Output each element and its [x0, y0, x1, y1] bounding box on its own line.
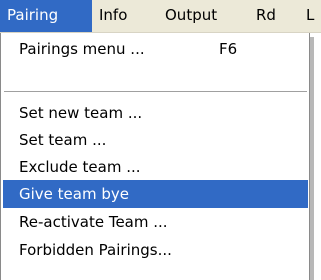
- menu-item-exclude-team[interactable]: Exclude team ...: [3, 153, 308, 181]
- menu-item-forbidden-pairings[interactable]: Forbidden Pairings...: [3, 236, 308, 264]
- menu-rd[interactable]: Rd: [256, 0, 276, 32]
- menu-partial-l[interactable]: L: [306, 0, 314, 32]
- menu-info[interactable]: Info: [99, 0, 127, 32]
- menu-pairing[interactable]: Pairing: [0, 0, 92, 32]
- menu-output[interactable]: Output: [165, 0, 217, 32]
- menu-item-label: Exclude team ...: [19, 158, 141, 176]
- menu-separator: [4, 91, 307, 92]
- menu-item-label: Re-activate Team ...: [19, 213, 168, 231]
- menu-item-pairings-menu[interactable]: Pairings menu ... F6: [3, 35, 308, 63]
- menu-item-label: Pairings menu ...: [19, 40, 145, 58]
- menu-item-label: Set new team ...: [19, 104, 143, 122]
- screenshot: Pairing Info Output Rd L Pairings menu .…: [0, 0, 321, 280]
- menu-item-set-new-team[interactable]: Set new team ...: [3, 99, 308, 127]
- dropdown-shadow: [310, 37, 314, 280]
- menu-item-label: Set team ...: [19, 131, 107, 149]
- menu-item-label: Give team bye: [19, 185, 129, 203]
- menu-item-reactivate-team[interactable]: Re-activate Team ...: [3, 208, 308, 236]
- menu-item-label: Forbidden Pairings...: [19, 241, 172, 259]
- menu-item-give-team-bye[interactable]: Give team bye: [3, 180, 308, 208]
- menu-item-set-team[interactable]: Set team ...: [3, 126, 308, 154]
- shortcut-f6: F6: [219, 40, 238, 58]
- menu-bar: Pairing Info Output Rd L: [0, 0, 321, 33]
- pairing-dropdown-menu: Pairings menu ... F6 Set new team ... Se…: [0, 33, 310, 280]
